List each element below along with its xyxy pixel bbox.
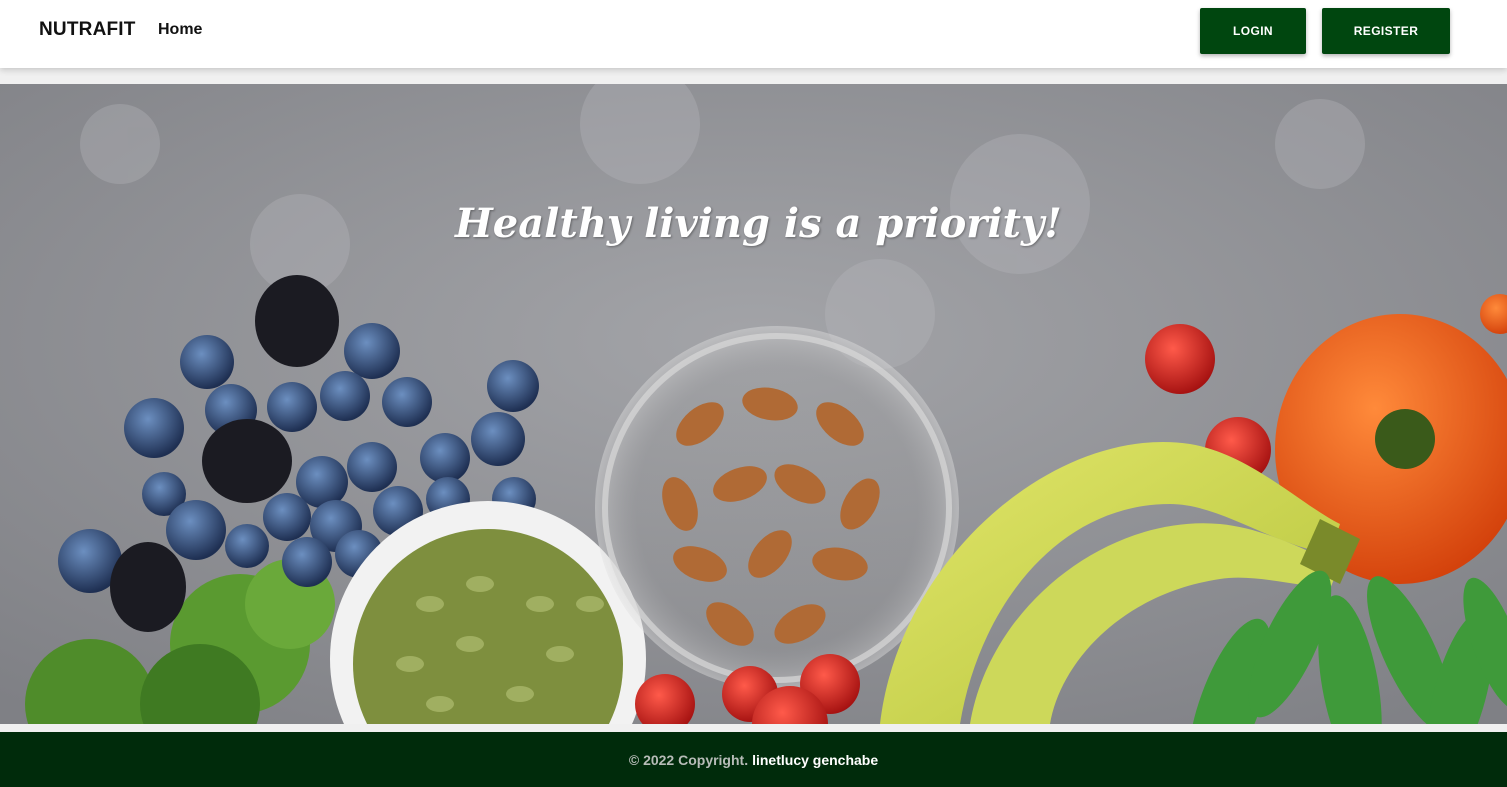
top-navbar: NUTRAFIT Home LOGIN REGISTER (0, 0, 1507, 68)
hero-food-image (0, 84, 1507, 724)
footer-copyright: © 2022 Copyright. (628, 751, 749, 768)
page-footer: © 2022 Copyright. linetlucy genchabe (0, 732, 1507, 787)
login-button[interactable]: LOGIN (1200, 8, 1306, 54)
hero-headline: Healthy living is a priority! (455, 200, 1062, 247)
hero-banner: Healthy living is a priority! (0, 84, 1507, 724)
footer-author-link[interactable]: linetlucy genchabe (752, 752, 878, 768)
nav-link-home[interactable]: Home (158, 21, 202, 39)
register-button[interactable]: REGISTER (1322, 8, 1450, 54)
brand-logo[interactable]: NUTRAFIT (39, 19, 136, 41)
